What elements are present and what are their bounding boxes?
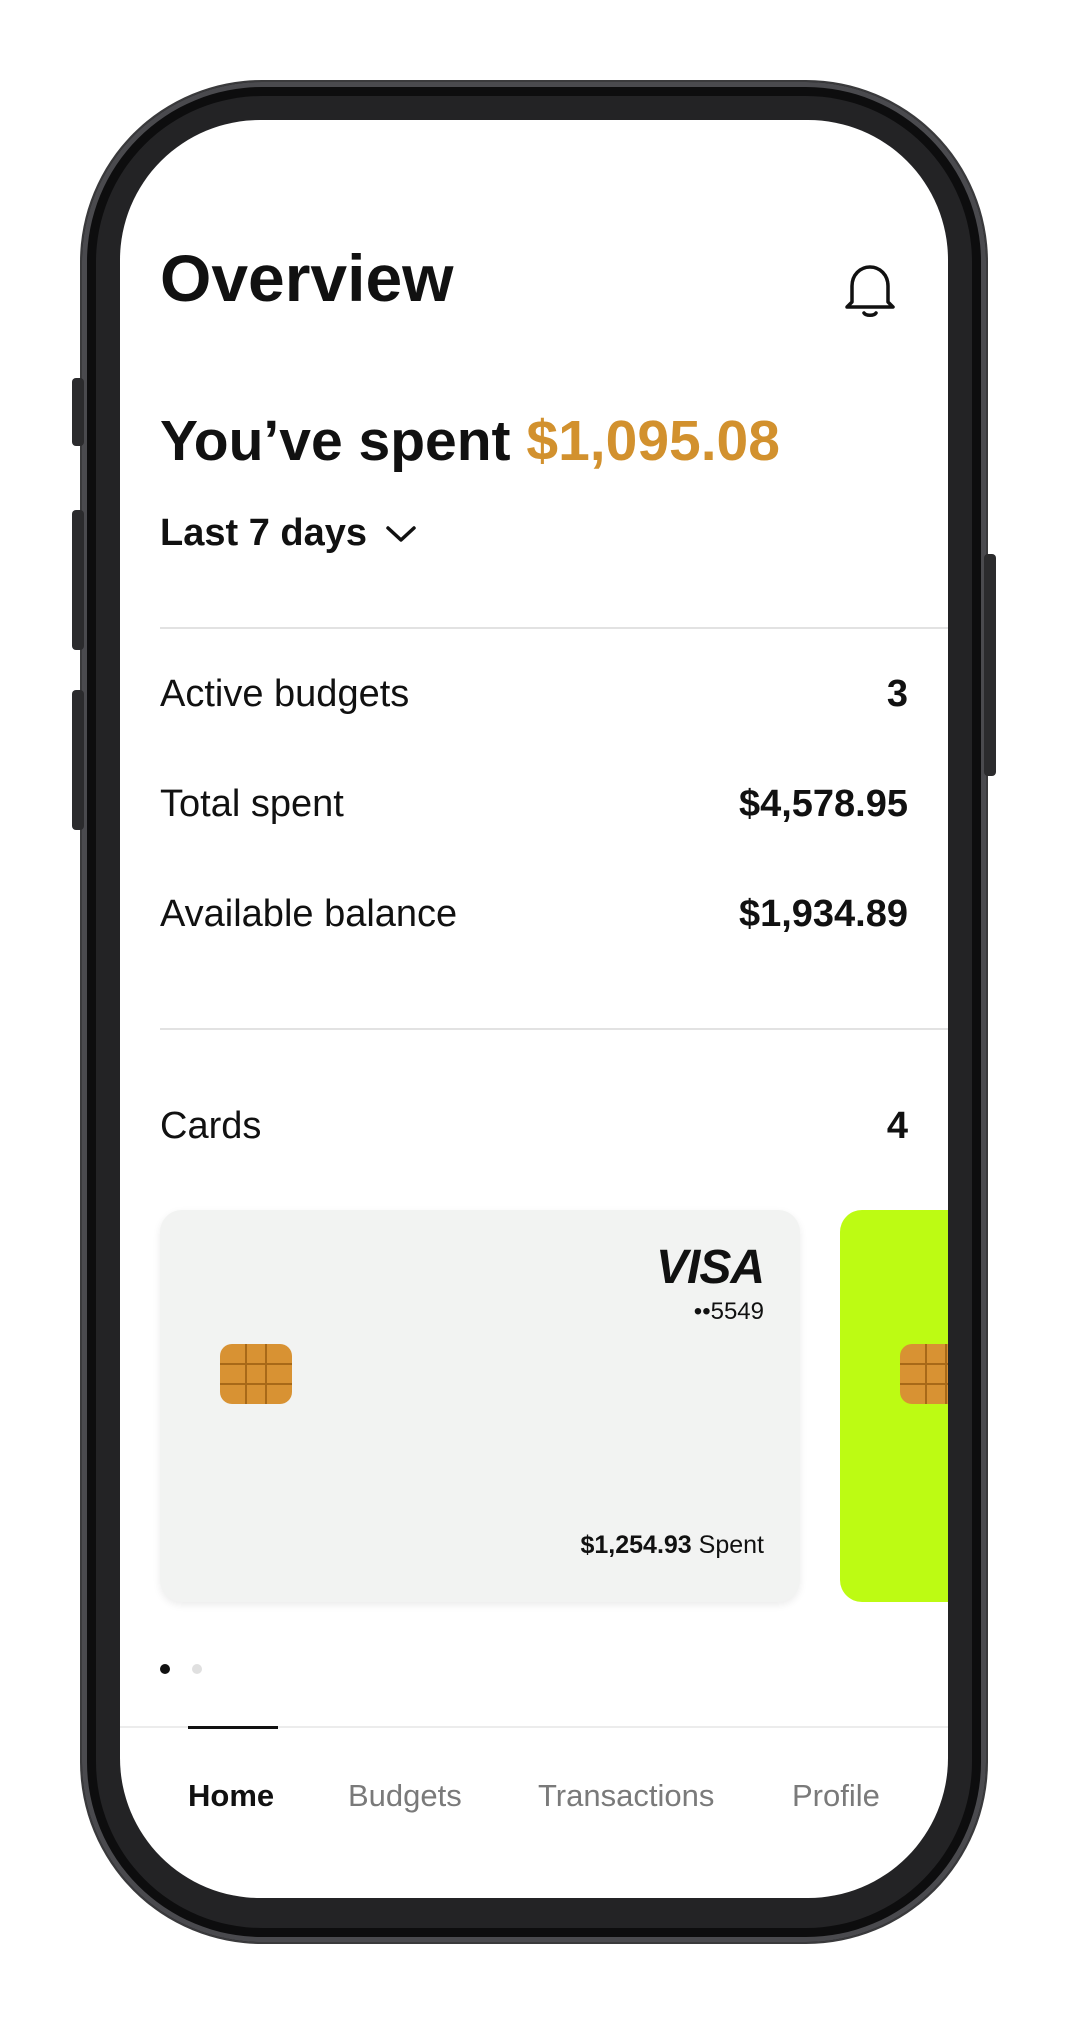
date-range-label: Last 7 days: [160, 512, 367, 554]
cards-label: Cards: [160, 1104, 262, 1147]
stat-row-active-budgets: Active budgets 3: [160, 664, 908, 724]
card-spent-amount: $1,254.93: [580, 1531, 692, 1559]
spent-prefix: You’ve spent: [160, 409, 511, 473]
stat-value: 3: [886, 672, 908, 715]
power-button: [984, 554, 996, 776]
action-button: [72, 378, 84, 446]
card-pagination: [160, 1664, 202, 1674]
pagination-dot[interactable]: [192, 1664, 202, 1674]
payment-card-secondary[interactable]: [840, 1210, 948, 1602]
tab-budgets[interactable]: Budgets: [348, 1778, 462, 1814]
stat-label: Available balance: [160, 892, 458, 935]
tab-home[interactable]: Home: [188, 1778, 274, 1814]
spent-summary: You’ve spent $1,095.08: [160, 408, 780, 474]
spent-amount: $1,095.08: [526, 409, 780, 473]
payment-card[interactable]: VISA ••5549 $1,254.93 Spent: [160, 1210, 800, 1602]
tab-indicator: [188, 1726, 278, 1729]
card-spent: $1,254.93 Spent: [580, 1531, 764, 1560]
stat-label: Active budgets: [160, 672, 410, 715]
page-title: Overview: [160, 241, 454, 315]
volume-down-button: [72, 690, 84, 830]
divider: [160, 627, 948, 629]
visa-logo: VISA: [655, 1241, 765, 1294]
stat-label: Total spent: [160, 782, 344, 825]
header: Overview: [160, 220, 908, 320]
chevron-down-icon: [386, 525, 416, 542]
tab-transactions[interactable]: Transactions: [538, 1778, 714, 1814]
cards-count: 4: [886, 1104, 908, 1147]
card-spent-label: Spent: [698, 1531, 764, 1559]
screen: Overview You’ve spent $1,095.08 Last 7 d…: [120, 120, 948, 1898]
chip-icon: [900, 1344, 948, 1404]
tab-bar: Home Budgets Transactions Profile: [120, 1726, 948, 1898]
pagination-dot[interactable]: [160, 1664, 170, 1674]
volume-up-button: [72, 510, 84, 650]
divider: [160, 1028, 948, 1030]
tab-profile[interactable]: Profile: [792, 1778, 880, 1814]
stat-value: $4,578.95: [738, 782, 908, 825]
stat-row-total-spent: Total spent $4,578.95: [160, 774, 908, 834]
cards-header: Cards 4: [160, 1096, 908, 1156]
stat-value: $1,934.89: [738, 892, 908, 935]
stat-row-available-balance: Available balance $1,934.89: [160, 884, 908, 944]
chip-icon: [220, 1344, 292, 1404]
bell-icon[interactable]: [840, 258, 900, 320]
date-range-dropdown[interactable]: Last 7 days: [160, 512, 417, 555]
card-last4: ••5549: [693, 1298, 764, 1325]
